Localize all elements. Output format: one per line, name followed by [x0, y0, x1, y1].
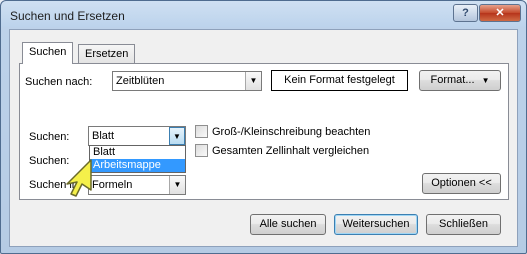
dropdown-option-arbeitsmappe[interactable]: Arbeitsmappe: [90, 159, 185, 172]
help-button[interactable]: ?: [453, 4, 478, 22]
find-what-combobox[interactable]: Zeitblüten ▼: [112, 71, 262, 91]
look-in-combobox[interactable]: Formeln ▼: [88, 175, 186, 195]
title-bar[interactable]: Suchen und Ersetzen ? ✕: [1, 1, 526, 29]
within-label: Suchen:: [29, 131, 70, 143]
close-button[interactable]: Schließen: [426, 214, 501, 235]
arrow-cursor-icon: [66, 159, 92, 197]
chevron-down-icon: ▼: [481, 76, 490, 85]
within-combobox[interactable]: Blatt ▼: [88, 126, 186, 146]
format-preview-box: Kein Format festgelegt: [271, 70, 408, 91]
match-case-label: Groß-/Kleinschreibung beachten: [212, 126, 371, 138]
match-entire-cell-checkbox[interactable]: [195, 144, 208, 157]
within-dropdown-list: Blatt Arbeitsmappe: [89, 145, 186, 173]
tab-ersetzen[interactable]: Ersetzen: [78, 44, 136, 64]
look-in-value: Formeln: [92, 179, 133, 191]
close-window-button[interactable]: ✕: [479, 4, 521, 22]
chevron-down-icon[interactable]: ▼: [245, 72, 261, 90]
match-case-checkbox[interactable]: [195, 125, 208, 138]
within-value: Blatt: [92, 130, 115, 142]
find-next-button[interactable]: Weitersuchen: [334, 214, 418, 235]
tab-suchen[interactable]: Suchen: [22, 42, 74, 64]
find-what-value: Zeitblüten: [116, 75, 165, 87]
format-button-label: Format...: [430, 74, 475, 86]
format-button[interactable]: Format... ▼: [419, 70, 501, 91]
dropdown-option-blatt[interactable]: Blatt: [90, 146, 185, 159]
chevron-down-icon[interactable]: ▼: [169, 127, 185, 145]
find-replace-dialog: Suchen und Ersetzen ? ✕ Suchen Ersetzen …: [0, 0, 527, 254]
chevron-down-icon[interactable]: ▼: [169, 176, 185, 194]
options-toggle-button[interactable]: Optionen <<: [422, 173, 501, 194]
find-all-button[interactable]: Alle suchen: [250, 214, 326, 235]
match-entire-cell-label: Gesamten Zellinhalt vergleichen: [212, 145, 370, 157]
window-title: Suchen und Ersetzen: [10, 9, 125, 23]
find-what-label: Suchen nach:: [25, 76, 93, 88]
